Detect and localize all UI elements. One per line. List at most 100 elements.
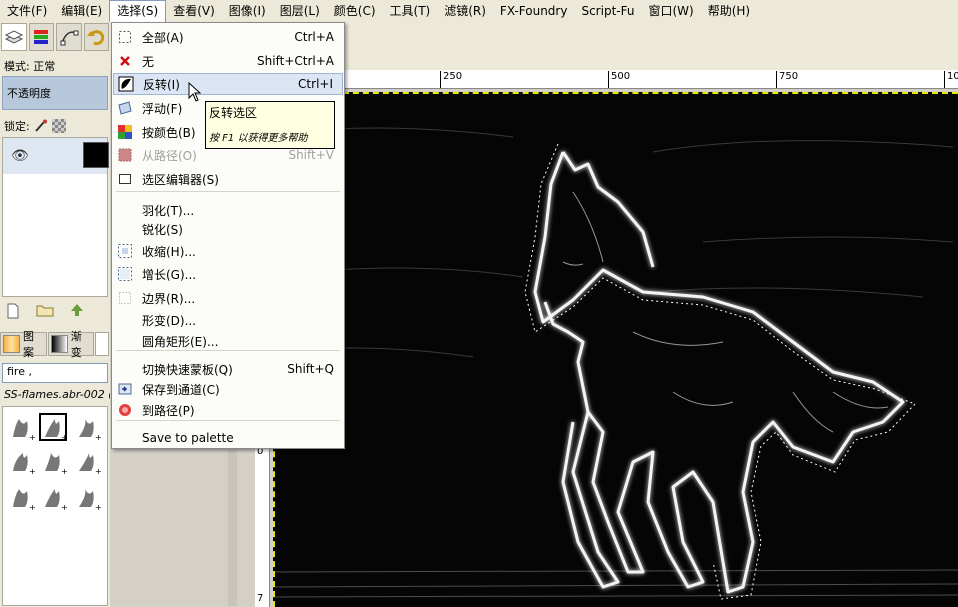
menu-fx-foundry[interactable]: FX-Foundry <box>493 0 575 22</box>
ruler-major-tick <box>944 71 945 88</box>
menu-window[interactable]: 窗口(W) <box>641 0 700 22</box>
gradient-swatch-icon <box>50 335 68 353</box>
lock-row: 锁定: <box>4 118 66 134</box>
svg-text:+: + <box>95 503 101 511</box>
layers-tab[interactable] <box>1 23 27 51</box>
brush-thumbnail[interactable]: + <box>7 483 36 512</box>
menu-item-10[interactable]: 增长(G)... <box>113 263 343 285</box>
ruler-major-tick <box>608 71 609 88</box>
opacity-field[interactable]: 不透明度 <box>2 76 108 110</box>
selection-editor-icon <box>113 172 137 186</box>
menu-item-shortcut: Shift+V <box>288 148 334 162</box>
select-none-icon <box>113 55 137 67</box>
menu-item-shortcut: Shift+Ctrl+A <box>257 54 334 68</box>
lock-label: 锁定: <box>4 120 30 133</box>
brush-thumbnail[interactable]: + <box>7 413 36 442</box>
left-dock: 模式: 正常 不透明度 锁定: 👁 图案 渐变 fire , SS-flames… <box>0 22 111 607</box>
brush-thumbnail[interactable]: + <box>73 413 102 442</box>
ruler-label: 100 <box>947 71 958 82</box>
dock-tabs <box>0 22 110 51</box>
brush-tabs: 图案 渐变 <box>0 330 110 359</box>
brush-thumbnail[interactable]: + <box>73 447 102 476</box>
menu-item-label: 收缩(H)... <box>142 244 196 259</box>
channels-tab[interactable] <box>28 23 54 51</box>
brush-grid: + + + + + + + + + <box>2 406 108 606</box>
menu-item-label: 保存到通道(C) <box>142 382 220 397</box>
patterns-tab-label: 图案 <box>23 330 35 359</box>
menu-image[interactable]: 图像(I) <box>222 0 273 22</box>
by-color-icon <box>113 124 137 140</box>
menu-item-shortcut: Shift+Q <box>287 362 334 376</box>
menu-item-label: 到路径(P) <box>142 403 195 418</box>
layer-mode[interactable]: 模式: 正常 <box>4 58 55 74</box>
to-path-icon <box>113 402 137 418</box>
ruler-major-tick <box>440 71 441 88</box>
patterns-tab[interactable]: 图案 <box>0 330 47 359</box>
scrollbar[interactable] <box>228 428 237 606</box>
menu-item-11[interactable]: 边界(R)... <box>113 287 343 309</box>
menu-item-16[interactable]: 到路径(P) <box>113 399 343 421</box>
menu-item-shortcut: Ctrl+A <box>294 30 334 44</box>
eye-icon[interactable]: 👁 <box>11 148 29 164</box>
raise-layer-icon[interactable] <box>68 303 86 319</box>
brush-thumbnail[interactable]: + <box>73 483 102 512</box>
brush-thumbnail[interactable]: + <box>39 483 68 512</box>
menu-script-fu[interactable]: Script-Fu <box>574 0 641 22</box>
menu-item-9[interactable]: 收缩(H)... <box>113 240 343 262</box>
open-folder-icon[interactable] <box>36 303 54 319</box>
layer-thumbnail <box>83 142 109 168</box>
menu-separator <box>116 191 340 192</box>
svg-text:+: + <box>95 467 101 475</box>
menu-colors[interactable]: 颜色(C) <box>327 0 383 22</box>
svg-text:+: + <box>29 503 35 511</box>
menu-item-label: 边界(R)... <box>142 291 196 306</box>
menu-item-0[interactable]: 全部(A) Ctrl+A <box>113 26 343 48</box>
menu-select[interactable]: 选择(S) <box>109 0 167 23</box>
save-channel-icon <box>113 381 137 397</box>
menu-item-15[interactable]: 保存到通道(C) <box>113 378 343 400</box>
menu-item-label: 全部(A) <box>142 30 184 45</box>
menu-file[interactable]: 文件(F) <box>0 0 54 22</box>
tooltip-help: 按 F1 以获得更多帮助 <box>209 133 308 144</box>
menu-item-2[interactable]: 反转(I) Ctrl+I <box>113 73 343 95</box>
menubar: 文件(F) 编辑(E) 选择(S) 查看(V) 图像(I) 图层(L) 颜色(C… <box>0 0 958 23</box>
menu-view[interactable]: 查看(V) <box>166 0 222 22</box>
brush-thumbnail[interactable]: + <box>39 447 68 476</box>
brush-filter-input[interactable]: fire , <box>2 363 108 383</box>
svg-text:+: + <box>29 433 35 441</box>
horizontal-ruler[interactable]: 250 500 750 100 <box>270 70 958 89</box>
menu-item-1[interactable]: 无 Shift+Ctrl+A <box>113 50 343 72</box>
ruler-label: 250 <box>443 71 463 82</box>
alpha-lock-icon[interactable] <box>51 119 66 133</box>
layer-row[interactable]: 👁 <box>3 138 109 174</box>
menu-item-17[interactable]: Save to palette <box>113 427 343 449</box>
menu-item-14[interactable]: 切换快速蒙板(Q) Shift+Q <box>113 358 343 380</box>
menu-filters[interactable]: 滤镜(R) <box>437 0 493 22</box>
paths-tab[interactable] <box>56 23 82 51</box>
undo-tab[interactable] <box>83 23 109 51</box>
image-canvas[interactable] <box>273 92 958 607</box>
brush-lock-icon[interactable] <box>34 119 48 133</box>
menu-item-label: 按颜色(B) <box>142 125 196 140</box>
paths-icon <box>60 30 79 46</box>
gradients-tab[interactable]: 渐变 <box>47 330 95 359</box>
menu-help[interactable]: 帮助(H) <box>701 0 757 22</box>
brushes-tab[interactable] <box>95 332 110 356</box>
brush-thumbnail[interactable]: + <box>39 413 68 442</box>
new-layer-icon[interactable] <box>4 303 22 319</box>
menu-item-label: 锐化(S) <box>142 222 183 237</box>
border-icon <box>113 290 137 306</box>
menu-edit[interactable]: 编辑(E) <box>54 0 109 22</box>
menu-tools[interactable]: 工具(T) <box>383 0 438 22</box>
brush-thumbnail[interactable]: + <box>7 447 36 476</box>
pattern-swatch-icon <box>3 335 21 353</box>
menu-layer[interactable]: 图层(L) <box>273 0 327 22</box>
menu-item-8[interactable]: 锐化(S) <box>113 218 343 240</box>
from-path-icon <box>113 148 137 162</box>
menu-item-6[interactable]: 选区编辑器(S) <box>113 168 343 190</box>
channels-icon <box>34 30 49 44</box>
gradients-tab-label: 渐变 <box>70 330 82 359</box>
menu-item-13[interactable]: 圆角矩形(E)... <box>113 330 343 352</box>
menu-item-12[interactable]: 形变(D)... <box>113 309 343 331</box>
undo-icon <box>87 30 105 46</box>
